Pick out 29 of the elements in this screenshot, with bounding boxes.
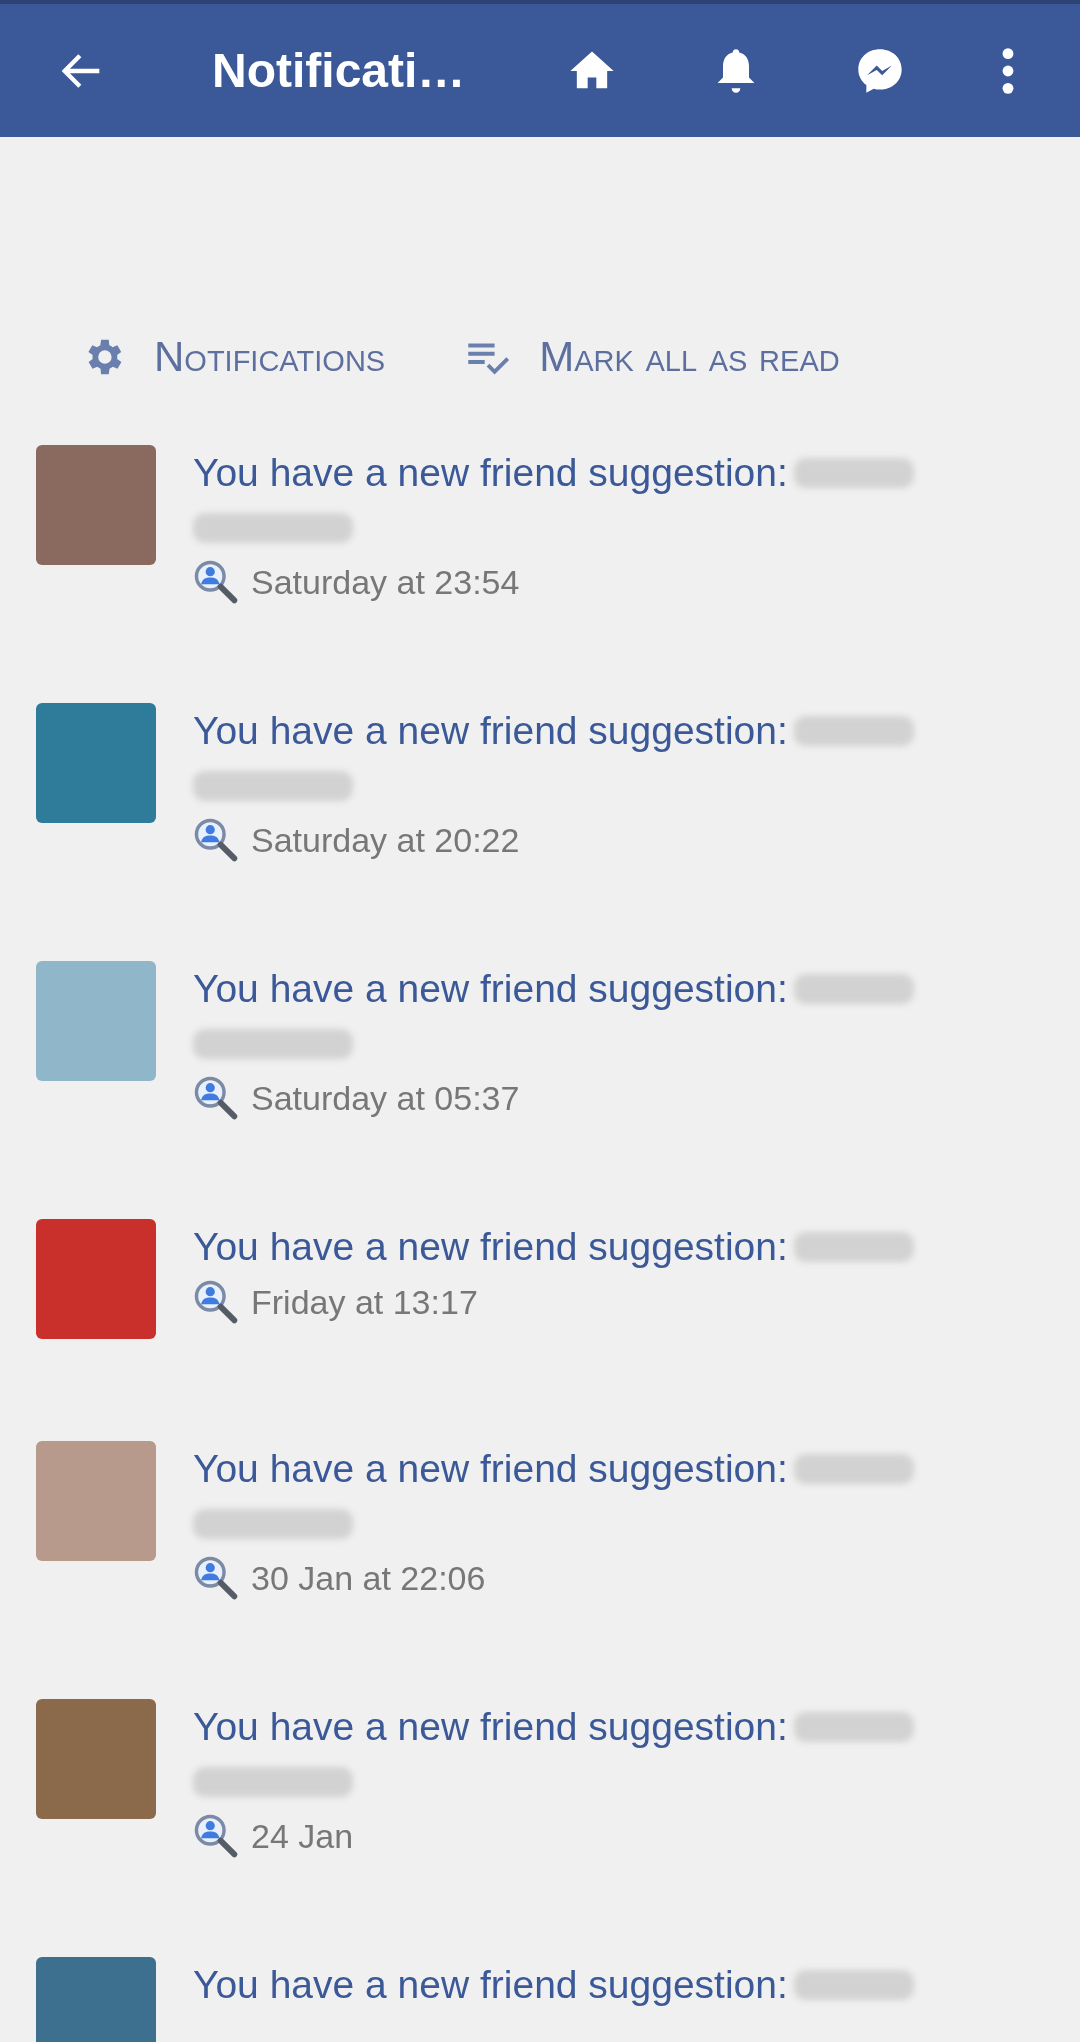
notification-text[interactable]: You have a new friend suggestion: [193,1705,788,1749]
friend-search-icon [193,1813,239,1859]
notification-text[interactable]: You have a new friend suggestion: [193,1225,788,1269]
notification-time: 24 Jan [251,1816,354,1856]
notification-text[interactable]: You have a new friend suggestion: [193,1447,788,1491]
notification-text[interactable]: You have a new friend suggestion: [193,1963,788,2007]
notification-time: Friday at 13:17 [251,1282,478,1322]
friend-search-icon [193,817,239,863]
notification-time: 30 Jan at 22:06 [251,1558,486,1598]
notification-time: Saturday at 23:54 [251,562,520,602]
avatar-photo-placeholder[interactable] [36,1957,156,2042]
friend-search-icon [193,1075,239,1121]
avatar-photo-placeholder[interactable] [36,1219,156,1339]
notification-text[interactable]: You have a new friend suggestion: [193,451,788,495]
notification-text[interactable]: You have a new friend suggestion: [193,709,788,753]
friend-search-icon [193,1279,239,1325]
avatar-photo-placeholder[interactable] [36,1699,156,1819]
friend-search-icon [193,1555,239,1601]
avatar-photo-placeholder[interactable] [36,703,156,823]
notification-settings-button[interactable]: Notifications [80,325,386,389]
friend-search-icon [193,559,239,605]
notification-time: Saturday at 20:22 [251,820,520,860]
app-bar-title: Notificati… [212,43,467,98]
notification-text[interactable]: You have a new friend suggestion: [193,967,788,1011]
avatar-photo-placeholder[interactable] [36,445,156,565]
notification-time: Saturday at 05:37 [251,1078,520,1118]
avatar-photo-placeholder[interactable] [36,961,156,1081]
avatar-photo-placeholder[interactable] [36,1441,156,1561]
mark-all-read-button[interactable]: Mark all as read [465,325,840,389]
